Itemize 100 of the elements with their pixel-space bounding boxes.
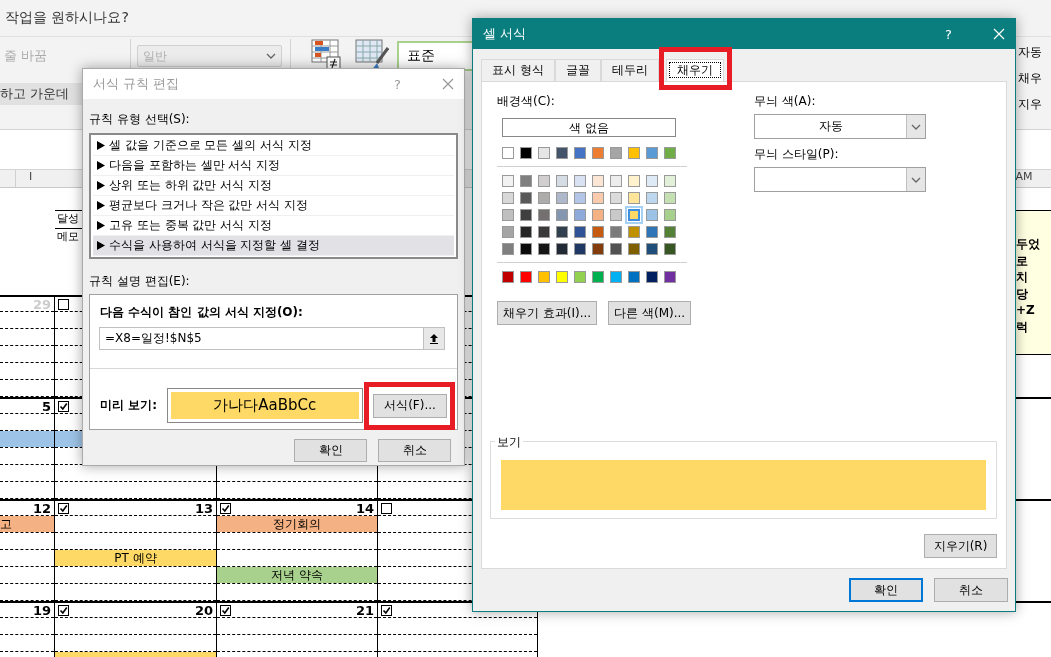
- checkbox[interactable]: [220, 604, 231, 616]
- color-swatch[interactable]: [628, 175, 640, 187]
- color-swatch[interactable]: [520, 209, 532, 221]
- color-swatch[interactable]: [538, 192, 550, 204]
- no-color-button[interactable]: 색 없음: [502, 118, 676, 137]
- color-swatch[interactable]: [664, 175, 676, 187]
- tab[interactable]: 표시 형식: [481, 59, 555, 81]
- color-swatch[interactable]: [610, 209, 622, 221]
- color-swatch[interactable]: [628, 271, 640, 283]
- color-swatch[interactable]: [646, 175, 658, 187]
- dropdown-field[interactable]: [754, 167, 926, 192]
- dialog-button[interactable]: 취소: [378, 439, 451, 462]
- color-swatch[interactable]: [646, 243, 658, 255]
- color-swatch[interactable]: [538, 175, 550, 187]
- color-swatch[interactable]: [556, 192, 568, 204]
- color-swatch[interactable]: [592, 226, 604, 238]
- dialog-button[interactable]: 확인: [294, 439, 367, 462]
- color-swatch[interactable]: [628, 209, 640, 221]
- clear-button[interactable]: 지우기(R): [924, 534, 997, 558]
- rule-type-item[interactable]: 평균보다 크거나 작은 값만 서식 지정: [93, 196, 454, 216]
- color-swatch[interactable]: [574, 192, 586, 204]
- color-swatch[interactable]: [592, 271, 604, 283]
- color-swatch[interactable]: [502, 226, 514, 238]
- color-swatch[interactable]: [664, 209, 676, 221]
- color-swatch[interactable]: [610, 226, 622, 238]
- close-icon[interactable]: [442, 78, 454, 90]
- color-swatch[interactable]: [520, 243, 532, 255]
- column-header[interactable]: I: [15, 170, 45, 187]
- color-swatch[interactable]: [592, 175, 604, 187]
- dropdown-field[interactable]: 자동: [754, 114, 926, 139]
- fill-effects-button[interactable]: 채우기 효과(I)...: [497, 301, 598, 325]
- color-swatch[interactable]: [574, 226, 586, 238]
- color-swatch[interactable]: [646, 271, 658, 283]
- color-swatch[interactable]: [538, 243, 550, 255]
- tell-me-text[interactable]: 작업을 원하시나요?: [5, 9, 129, 27]
- ribbon-command[interactable]: 자동: [1018, 44, 1051, 61]
- tab[interactable]: 테두리: [600, 59, 659, 81]
- color-swatch[interactable]: [574, 243, 586, 255]
- color-swatch[interactable]: [556, 243, 568, 255]
- checkbox[interactable]: [58, 604, 69, 616]
- color-swatch[interactable]: [502, 243, 514, 255]
- color-swatch[interactable]: [520, 147, 532, 159]
- ribbon-command[interactable]: 채우: [1018, 70, 1051, 87]
- checkbox[interactable]: [381, 604, 392, 616]
- color-swatch[interactable]: [664, 192, 676, 204]
- formula-field[interactable]: =X8=일정!$N$5: [99, 327, 423, 350]
- color-swatch[interactable]: [610, 147, 622, 159]
- color-swatch[interactable]: [610, 243, 622, 255]
- color-swatch[interactable]: [592, 192, 604, 204]
- rule-type-item[interactable]: 셀 값을 기준으로 모든 셀의 서식 지정: [93, 136, 454, 156]
- color-swatch[interactable]: [646, 209, 658, 221]
- checkbox[interactable]: [220, 502, 231, 514]
- color-swatch[interactable]: [556, 147, 568, 159]
- more-colors-button[interactable]: 다른 색(M)...: [608, 301, 692, 325]
- color-swatch[interactable]: [646, 192, 658, 204]
- color-swatch[interactable]: [664, 271, 676, 283]
- color-swatch[interactable]: [538, 271, 550, 283]
- color-swatch[interactable]: [538, 226, 550, 238]
- checkbox[interactable]: [381, 502, 392, 514]
- color-swatch[interactable]: [628, 226, 640, 238]
- color-swatch[interactable]: [520, 192, 532, 204]
- ribbon-command[interactable]: 지우: [1018, 96, 1051, 113]
- color-swatch[interactable]: [628, 243, 640, 255]
- color-swatch[interactable]: [556, 175, 568, 187]
- color-swatch[interactable]: [664, 226, 676, 238]
- rule-type-item[interactable]: 수식을 사용하여 서식을 지정할 셀 결정: [93, 236, 454, 256]
- rule-type-item[interactable]: 상위 또는 하위 값만 서식 지정: [93, 176, 454, 196]
- dialog-button[interactable]: 확인: [849, 578, 923, 602]
- color-swatch[interactable]: [574, 209, 586, 221]
- color-swatch[interactable]: [664, 147, 676, 159]
- color-swatch[interactable]: [502, 209, 514, 221]
- help-button[interactable]: ?: [945, 26, 959, 42]
- dialog-button[interactable]: 취소: [934, 578, 1008, 602]
- color-swatch[interactable]: [646, 147, 658, 159]
- color-swatch[interactable]: [574, 271, 586, 283]
- color-swatch[interactable]: [574, 147, 586, 159]
- color-swatch[interactable]: [592, 243, 604, 255]
- color-swatch[interactable]: [664, 243, 676, 255]
- color-swatch[interactable]: [502, 271, 514, 283]
- color-swatch[interactable]: [520, 271, 532, 283]
- color-swatch[interactable]: [502, 147, 514, 159]
- checkbox[interactable]: [58, 400, 69, 412]
- color-swatch[interactable]: [556, 226, 568, 238]
- format-button[interactable]: 서식(F)...: [373, 393, 447, 418]
- color-swatch[interactable]: [502, 192, 514, 204]
- color-swatch[interactable]: [556, 209, 568, 221]
- checkbox[interactable]: [58, 502, 69, 514]
- color-swatch[interactable]: [592, 209, 604, 221]
- tab[interactable]: 채우기: [665, 59, 724, 81]
- color-swatch[interactable]: [574, 175, 586, 187]
- color-swatch[interactable]: [610, 271, 622, 283]
- color-swatch[interactable]: [538, 209, 550, 221]
- rule-type-item[interactable]: 다음을 포함하는 셀만 서식 지정: [93, 156, 454, 176]
- color-swatch[interactable]: [628, 192, 640, 204]
- color-swatch[interactable]: [520, 226, 532, 238]
- collapse-button[interactable]: [423, 327, 445, 350]
- color-swatch[interactable]: [646, 226, 658, 238]
- checkbox[interactable]: [58, 298, 69, 310]
- color-swatch[interactable]: [556, 271, 568, 283]
- color-swatch[interactable]: [520, 175, 532, 187]
